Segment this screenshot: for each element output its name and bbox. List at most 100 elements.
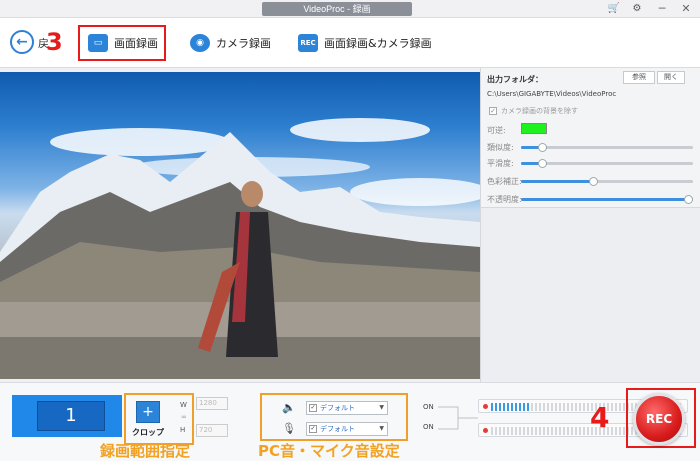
meter-segment bbox=[499, 403, 501, 411]
slider-handle[interactable] bbox=[589, 177, 598, 186]
meter-segment bbox=[535, 427, 537, 435]
meter-segment bbox=[615, 427, 617, 435]
meter-segment bbox=[495, 403, 497, 411]
meter-segment bbox=[587, 427, 589, 435]
smoothness-label: 平滑度: bbox=[487, 159, 514, 168]
link-icon[interactable]: ∞ bbox=[181, 413, 187, 421]
meter-segment bbox=[491, 427, 493, 435]
monitor-icon: ▭ bbox=[88, 34, 108, 52]
microphone-icon[interactable]: 🎙 bbox=[282, 422, 296, 436]
meter-segment bbox=[583, 427, 585, 435]
slider-handle[interactable] bbox=[684, 195, 693, 204]
gear-icon[interactable]: ⚙ bbox=[630, 2, 644, 16]
cart-icon[interactable]: 🛒 bbox=[607, 2, 621, 16]
smoothness-slider[interactable] bbox=[521, 159, 693, 168]
chevron-down-icon: ▼ bbox=[379, 425, 384, 432]
meter-segment bbox=[587, 403, 589, 411]
system-audio-checkbox[interactable]: ✓ bbox=[309, 404, 317, 412]
meter-segment bbox=[551, 427, 553, 435]
tab-screen-and-camera-record[interactable]: REC 画面録画&カメラ録画 bbox=[298, 26, 432, 60]
meter-segment bbox=[623, 403, 625, 411]
microphone-checkbox[interactable]: ✓ bbox=[309, 425, 317, 433]
meter-segment bbox=[539, 403, 541, 411]
opacity-label: 不透明度: bbox=[487, 195, 522, 204]
meter-segment bbox=[523, 427, 525, 435]
tab-camera-record[interactable]: ◉ カメラ録画 bbox=[190, 26, 271, 60]
system-audio-value: デフォルト bbox=[320, 404, 355, 412]
microphone-row: 🎙 ✓ デフォルト ▼ bbox=[266, 420, 406, 438]
meter-segment bbox=[519, 427, 521, 435]
system-audio-status: ON bbox=[423, 403, 434, 411]
audio-connector-lines bbox=[438, 406, 478, 430]
crop-caption: 録画範囲指定 bbox=[100, 442, 191, 460]
meter-segment bbox=[523, 403, 525, 411]
meter-segment bbox=[499, 427, 501, 435]
meter-segment bbox=[559, 403, 561, 411]
meter-segment bbox=[563, 403, 565, 411]
meter-segment bbox=[543, 427, 545, 435]
title-bar: VideoProc - 録画 🛒 ⚙ ─ ✕ bbox=[0, 0, 700, 18]
system-audio-select[interactable]: ✓ デフォルト ▼ bbox=[306, 401, 388, 415]
color-correction-label: 色彩補正: bbox=[487, 177, 522, 186]
meter-segment bbox=[571, 403, 573, 411]
height-input[interactable]: 720 bbox=[196, 424, 228, 437]
audio-highlight: 🔈 ✓ デフォルト ▼ 🎙 ✓ デフォルト ▼ bbox=[260, 393, 408, 441]
level-dot bbox=[483, 428, 488, 433]
minimize-button[interactable]: ─ bbox=[654, 1, 670, 17]
microphone-status: ON bbox=[423, 423, 434, 431]
meter-segment bbox=[575, 403, 577, 411]
height-label: H bbox=[180, 426, 186, 434]
meter-segment bbox=[615, 403, 617, 411]
tab-screen-record[interactable]: ▭ 画面録画 bbox=[88, 26, 158, 60]
meter-segment bbox=[511, 403, 513, 411]
microphone-select[interactable]: ✓ デフォルト ▼ bbox=[306, 422, 388, 436]
back-arrow-icon[interactable]: ← bbox=[10, 30, 34, 54]
recording-thumbnail[interactable]: 1 bbox=[12, 395, 122, 437]
meter-segment bbox=[567, 403, 569, 411]
meter-segment bbox=[547, 403, 549, 411]
meter-segment bbox=[519, 403, 521, 411]
rec-icon: REC bbox=[298, 34, 318, 52]
open-folder-button[interactable]: 開く bbox=[657, 71, 685, 84]
opacity-slider[interactable] bbox=[521, 195, 693, 204]
crop-icon[interactable]: + bbox=[136, 401, 160, 423]
meter-segment bbox=[623, 427, 625, 435]
meter-segment bbox=[567, 427, 569, 435]
tab-label: カメラ録画 bbox=[216, 37, 271, 50]
step-4-annotation: 4 bbox=[590, 401, 610, 434]
remove-background-checkbox[interactable]: ✓ bbox=[489, 107, 497, 115]
meter-segment bbox=[555, 403, 557, 411]
bottom-control-bar: 1 + クロップ W ∞ H 1280 720 録画範囲指定 🔈 ✓ デフォルト… bbox=[0, 382, 700, 461]
slider-fill bbox=[521, 198, 693, 201]
crop-highlight: + クロップ W ∞ H bbox=[124, 393, 194, 445]
camera-icon: ◉ bbox=[190, 34, 210, 52]
chevron-down-icon: ▼ bbox=[379, 404, 384, 411]
meter-segment bbox=[551, 403, 553, 411]
meter-segment bbox=[555, 427, 557, 435]
settings-panel: 出力フォルダ： 参照 開く C:\Users\GIGABYTE\Videos\V… bbox=[480, 68, 700, 382]
meter-segment bbox=[515, 403, 517, 411]
browse-button[interactable]: 参照 bbox=[623, 71, 655, 84]
slider-handle[interactable] bbox=[538, 159, 547, 168]
meter-segment bbox=[611, 427, 613, 435]
width-input[interactable]: 1280 bbox=[196, 397, 228, 410]
color-correction-slider[interactable] bbox=[521, 177, 693, 186]
key-color-swatch[interactable] bbox=[521, 123, 547, 134]
close-button[interactable]: ✕ bbox=[678, 1, 694, 17]
meter-segment bbox=[491, 403, 493, 411]
key-color-label: 可逆: bbox=[487, 126, 506, 135]
width-label: W bbox=[180, 401, 187, 409]
slider-handle[interactable] bbox=[538, 143, 547, 152]
output-settings: 出力フォルダ： 参照 開く C:\Users\GIGABYTE\Videos\V… bbox=[481, 68, 700, 208]
meter-segment bbox=[619, 427, 621, 435]
output-folder-label: 出力フォルダ： bbox=[487, 75, 543, 84]
meter-segment bbox=[515, 427, 517, 435]
rec-button[interactable]: REC bbox=[633, 393, 685, 445]
meter-segment bbox=[527, 427, 529, 435]
meter-segment bbox=[495, 427, 497, 435]
meter-segment bbox=[583, 403, 585, 411]
similarity-slider[interactable] bbox=[521, 143, 693, 152]
meter-segment bbox=[539, 427, 541, 435]
toolbar: ← 戻 3 ▭ 画面録画 ◉ カメラ録画 REC 画面録画&カメラ録画 bbox=[0, 18, 700, 68]
speaker-icon[interactable]: 🔈 bbox=[282, 401, 296, 415]
